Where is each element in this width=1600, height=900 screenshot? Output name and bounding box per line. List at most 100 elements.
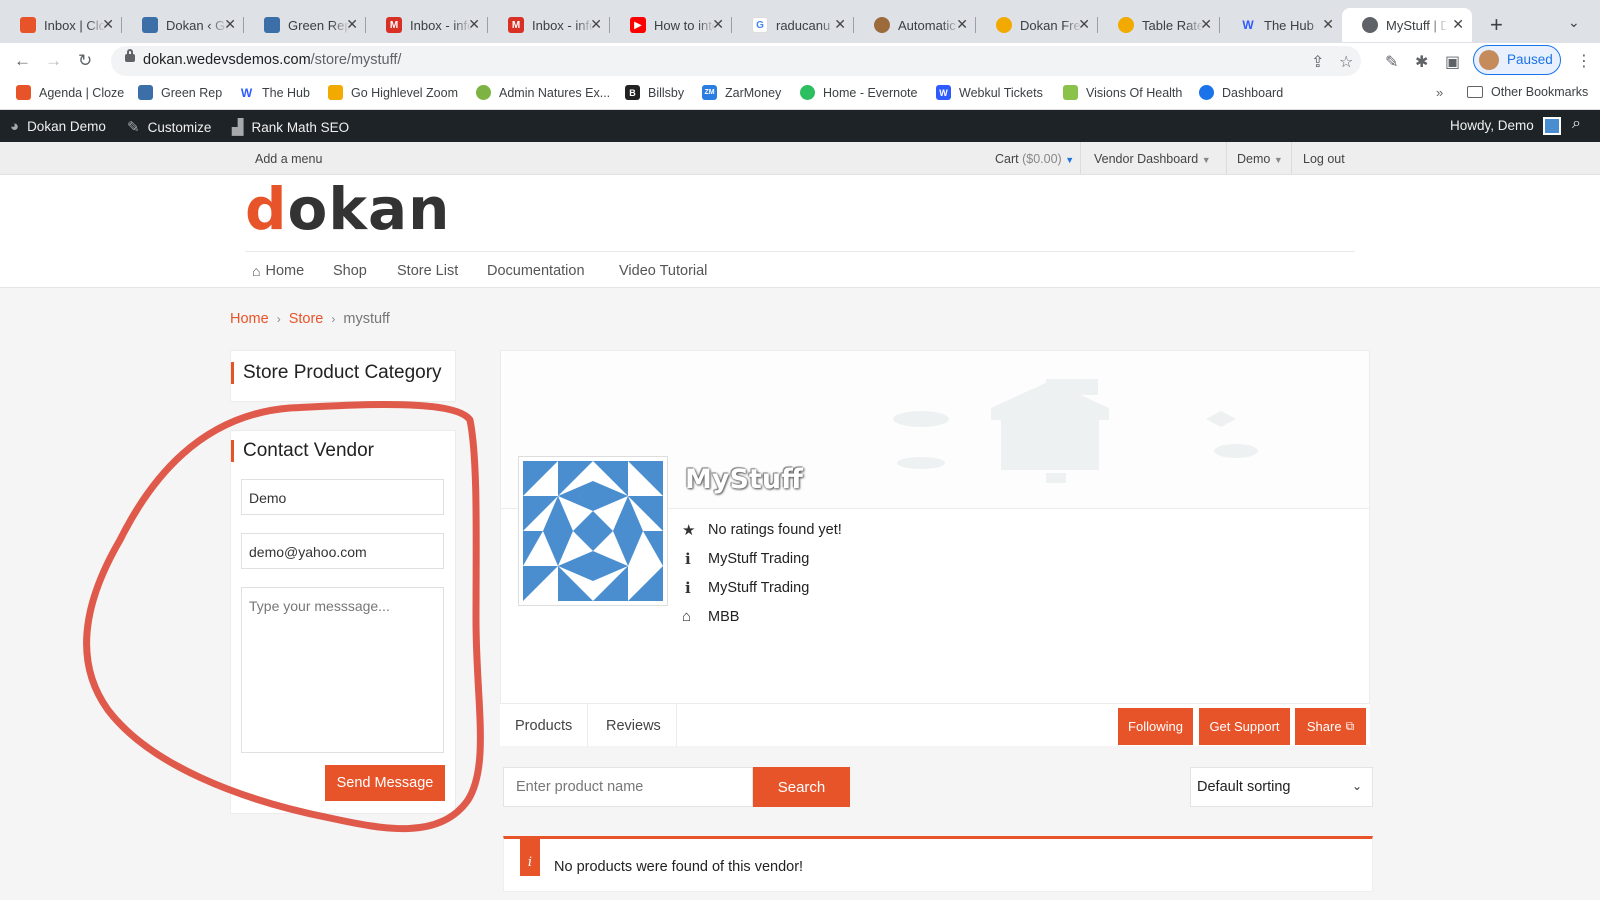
close-tab-icon[interactable]: ✕: [1322, 16, 1334, 33]
store-name: MyStuff: [685, 464, 803, 495]
browser-tab[interactable]: Automatic ✕: [854, 8, 976, 42]
extension-icon[interactable]: ✎: [1385, 52, 1398, 72]
bookmark-item[interactable]: B Billsby: [625, 85, 684, 100]
browser-tab[interactable]: Graducanu ✕: [732, 8, 854, 42]
browser-tab[interactable]: Dokan ‹ Green✕: [122, 8, 244, 42]
bookmark-item[interactable]: Go Highlevel Zoom: [328, 85, 458, 100]
lock-icon: [125, 49, 135, 62]
admin-user-menu[interactable]: Howdy, Demo: [1450, 118, 1534, 133]
cart-link[interactable]: Cart ($0.00) ▼: [995, 152, 1074, 166]
message-textarea[interactable]: Type your messsage...: [241, 587, 444, 753]
browser-tab[interactable]: W The Hub ✕: [1220, 8, 1342, 42]
sort-select[interactable]: Default sorting ⌄: [1190, 767, 1373, 807]
tab-search-chevron-icon[interactable]: ⌄: [1568, 14, 1580, 31]
nav-video-tutorial[interactable]: Video Tutorial: [619, 263, 707, 279]
store-avatar: [518, 456, 668, 606]
tab-products[interactable]: Products: [500, 704, 589, 747]
browser-tab[interactable]: Table Rate ✕: [1098, 8, 1220, 42]
following-button[interactable]: Following: [1118, 708, 1193, 745]
bookmark-item[interactable]: Agenda | Cloze: [16, 85, 124, 100]
bookmark-item[interactable]: Dashboard: [1199, 85, 1283, 100]
close-tab-icon[interactable]: ✕: [1452, 16, 1464, 33]
browser-tab[interactable]: Dokan Free ✕: [976, 8, 1098, 42]
url-text: dokan.wedevsdemos.com/store/mystuff/: [143, 52, 401, 68]
bookmark-item[interactable]: W Webkul Tickets: [936, 85, 1043, 100]
admin-seo-link[interactable]: ▟ Rank Math SEO: [232, 118, 349, 136]
tab-reviews[interactable]: Reviews: [591, 704, 677, 747]
store-rating: ★ No ratings found yet!: [682, 522, 842, 539]
close-tab-icon[interactable]: ✕: [224, 16, 236, 33]
hub-icon: W: [240, 85, 253, 100]
get-support-button[interactable]: Get Support: [1199, 708, 1290, 745]
bookmark-item[interactable]: Green Rep: [138, 85, 222, 100]
close-tab-icon[interactable]: ✕: [834, 16, 846, 33]
zarmoney-icon: ZM: [702, 85, 717, 100]
browser-tab-active[interactable]: MyStuff | Dokan✕: [1342, 8, 1472, 42]
wordpress-favicon-icon: [264, 17, 280, 33]
profile-button[interactable]: Paused: [1473, 45, 1561, 75]
vendor-dashboard-menu[interactable]: Vendor Dashboard ▼: [1094, 152, 1211, 166]
breadcrumb-home[interactable]: Home: [230, 311, 269, 327]
close-tab-icon[interactable]: ✕: [102, 16, 114, 33]
puzzle-icon[interactable]: ✱: [1415, 52, 1428, 72]
no-products-notice: i No products were found of this vendor!: [503, 836, 1373, 892]
nav-home[interactable]: ⌂ Home: [252, 263, 304, 279]
back-arrow-icon[interactable]: ←: [14, 51, 31, 71]
bank-icon: ⌂: [682, 608, 692, 625]
kebab-menu-icon[interactable]: ⋮: [1576, 51, 1592, 71]
bookmark-item[interactable]: Admin Natures Ex...: [476, 85, 610, 100]
admin-site-link[interactable]: ◕ Dokan Demo: [10, 118, 106, 135]
close-tab-icon[interactable]: ✕: [956, 16, 968, 33]
sidepanel-icon[interactable]: ▣: [1445, 52, 1460, 72]
admin-customize-link[interactable]: ✎ Customize: [127, 118, 211, 136]
nav-shop[interactable]: Shop: [333, 263, 367, 279]
header-divider: [245, 251, 1355, 252]
google-favicon-icon: G: [752, 17, 768, 33]
browser-tab[interactable]: Green Rep ✕: [244, 8, 366, 42]
demo-menu[interactable]: Demo ▼: [1237, 152, 1283, 166]
caret-down-icon: ▼: [1065, 155, 1075, 165]
share-button[interactable]: Share ⧉: [1295, 708, 1366, 745]
email-field[interactable]: demo@yahoo.com: [241, 533, 444, 569]
close-tab-icon[interactable]: ✕: [1078, 16, 1090, 33]
cloze-icon: [16, 85, 31, 100]
name-field[interactable]: Demo: [241, 479, 444, 515]
logout-link[interactable]: Log out: [1303, 152, 1345, 166]
browser-tab[interactable]: ▶How to integrate✕: [610, 8, 732, 42]
add-menu-link[interactable]: Add a menu: [255, 152, 322, 166]
send-message-button[interactable]: Send Message: [325, 765, 445, 801]
close-tab-icon[interactable]: ✕: [712, 16, 724, 33]
chevron-right-icon: ›: [331, 312, 336, 326]
browser-toolbar: ← → ↻ dokan.wedevsdemos.com/store/mystuf…: [0, 43, 1600, 79]
close-tab-icon[interactable]: ✕: [590, 16, 602, 33]
dokan-logo[interactable]: dokan: [245, 175, 450, 243]
bookmark-item[interactable]: Home - Evernote: [800, 85, 917, 100]
reload-icon[interactable]: ↻: [78, 51, 92, 71]
address-bar[interactable]: dokan.wedevsdemos.com/store/mystuff/ ⇪ ☆: [111, 46, 1361, 76]
browser-tab[interactable]: M Inbox - info ✕: [366, 8, 488, 42]
bookmarks-overflow-icon[interactable]: »: [1436, 85, 1443, 100]
nav-store-list[interactable]: Store List: [397, 263, 458, 279]
close-tab-icon[interactable]: ✕: [346, 16, 358, 33]
search-button[interactable]: Search: [753, 767, 850, 807]
user-avatar[interactable]: [1543, 117, 1561, 135]
hub-favicon-icon: W: [1242, 18, 1254, 32]
search-icon[interactable]: ⌕: [1572, 115, 1581, 133]
close-tab-icon[interactable]: ✕: [1200, 16, 1212, 33]
nav-documentation[interactable]: Documentation: [487, 263, 585, 279]
contact-vendor-widget: Contact Vendor Demo demo@yahoo.com Type …: [230, 430, 456, 814]
browser-tab[interactable]: M Inbox - info ✕: [488, 8, 610, 42]
new-tab-icon[interactable]: +: [1490, 12, 1503, 38]
bookmark-item[interactable]: ZM ZarMoney: [702, 85, 781, 100]
product-search-input[interactable]: Enter product name: [503, 767, 753, 807]
webkul-icon: W: [936, 85, 951, 100]
other-bookmarks[interactable]: Other Bookmarks: [1467, 85, 1588, 99]
star-icon[interactable]: ☆: [1339, 52, 1353, 72]
forward-arrow-icon[interactable]: →: [45, 51, 62, 71]
breadcrumb-store[interactable]: Store: [289, 311, 324, 327]
share-icon[interactable]: ⇪: [1311, 52, 1324, 72]
close-tab-icon[interactable]: ✕: [468, 16, 480, 33]
browser-tab[interactable]: Inbox | Cloze✕: [0, 8, 122, 42]
bookmark-item[interactable]: W The Hub: [239, 85, 310, 100]
bookmark-item[interactable]: Visions Of Health: [1063, 85, 1182, 100]
